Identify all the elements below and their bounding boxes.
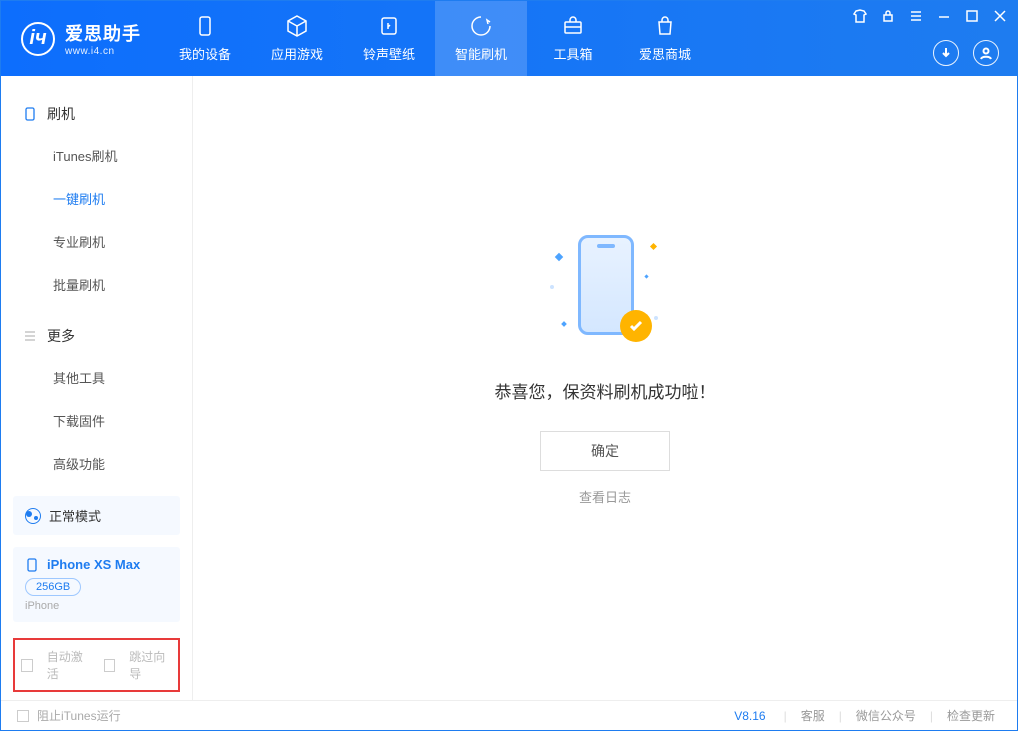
nav-ringtones[interactable]: 铃声壁纸 <box>343 1 435 76</box>
nav-label: 工具箱 <box>553 44 592 63</box>
app-name: 爱思助手 <box>65 20 141 46</box>
logo-area: iч 爱思助手 www.i4.cn <box>1 20 159 57</box>
user-icon[interactable] <box>973 40 999 66</box>
nav-label: 应用游戏 <box>271 44 323 63</box>
device-name: iPhone XS Max <box>47 557 140 572</box>
auto-activate-checkbox[interactable] <box>21 659 33 672</box>
main-content: 恭喜您，保资料刷机成功啦！ 确定 查看日志 <box>193 76 1017 700</box>
nav-label: 铃声壁纸 <box>363 44 415 63</box>
success-check-icon <box>620 310 652 342</box>
mode-label: 正常模式 <box>49 506 101 525</box>
device-small-icon <box>25 558 39 572</box>
minimize-button[interactable] <box>935 7 953 25</box>
highlighted-checkbox-row: 自动激活 跳过向导 <box>13 638 180 692</box>
phone-icon <box>23 107 37 121</box>
sidebar-item-other-tools[interactable]: 其他工具 <box>1 356 192 399</box>
nav-label: 我的设备 <box>179 44 231 63</box>
footer-link-wechat[interactable]: 微信公众号 <box>850 707 922 724</box>
music-icon <box>377 14 401 38</box>
device-storage-badge: 256GB <box>25 578 81 596</box>
auto-activate-label: 自动激活 <box>47 648 90 682</box>
mode-icon <box>25 508 41 524</box>
sidebar-item-pro-flash[interactable]: 专业刷机 <box>1 220 192 263</box>
group-title: 更多 <box>47 326 75 346</box>
app-url: www.i4.cn <box>65 46 141 57</box>
sidebar-group-more: 更多 <box>1 316 192 356</box>
footer: 阻止iTunes运行 V8.16 | 客服 | 微信公众号 | 检查更新 <box>1 700 1017 730</box>
logo-text: 爱思助手 www.i4.cn <box>65 20 141 57</box>
group-title: 刷机 <box>47 104 75 124</box>
footer-link-update[interactable]: 检查更新 <box>941 707 1001 724</box>
sidebar-item-batch-flash[interactable]: 批量刷机 <box>1 263 192 306</box>
sidebar: 刷机 iTunes刷机 一键刷机 专业刷机 批量刷机 更多 其他工具 下载固件 … <box>1 76 193 700</box>
sidebar-item-advanced[interactable]: 高级功能 <box>1 442 192 485</box>
device-type: iPhone <box>25 600 59 612</box>
nav-apps-games[interactable]: 应用游戏 <box>251 1 343 76</box>
app-body: 刷机 iTunes刷机 一键刷机 专业刷机 批量刷机 更多 其他工具 下载固件 … <box>1 76 1017 700</box>
cube-icon <box>285 14 309 38</box>
nav-store[interactable]: 爱思商城 <box>619 1 711 76</box>
refresh-icon <box>469 14 493 38</box>
device-card[interactable]: iPhone XS Max 256GB iPhone <box>13 547 180 622</box>
close-button[interactable] <box>991 7 1009 25</box>
sidebar-item-itunes-flash[interactable]: iTunes刷机 <box>1 134 192 177</box>
device-icon <box>193 14 217 38</box>
nav-toolbox[interactable]: 工具箱 <box>527 1 619 76</box>
toolbox-icon <box>561 14 585 38</box>
nav-label: 智能刷机 <box>455 44 507 63</box>
nav-smart-flash[interactable]: 智能刷机 <box>435 1 527 76</box>
block-itunes-checkbox[interactable] <box>17 710 29 722</box>
mode-card[interactable]: 正常模式 <box>13 496 180 535</box>
maximize-button[interactable] <box>963 7 981 25</box>
block-itunes-label: 阻止iTunes运行 <box>37 707 121 724</box>
footer-link-support[interactable]: 客服 <box>795 707 831 724</box>
header-actions <box>933 40 999 66</box>
app-header: iч 爱思助手 www.i4.cn 我的设备 应用游戏 铃声壁纸 智能刷机 工具… <box>1 1 1017 76</box>
bag-icon <box>653 14 677 38</box>
device-name-row: iPhone XS Max <box>25 557 140 572</box>
main-nav: 我的设备 应用游戏 铃声壁纸 智能刷机 工具箱 爱思商城 <box>159 1 711 76</box>
window-controls <box>851 7 1009 25</box>
view-log-link[interactable]: 查看日志 <box>579 487 631 506</box>
version-label: V8.16 <box>734 709 765 723</box>
ok-button[interactable]: 确定 <box>540 431 670 471</box>
sidebar-group-flash: 刷机 <box>1 94 192 134</box>
list-icon <box>23 329 37 343</box>
sidebar-item-oneclick-flash[interactable]: 一键刷机 <box>1 177 192 220</box>
sidebar-item-download-firmware[interactable]: 下载固件 <box>1 399 192 442</box>
lock-icon[interactable] <box>879 7 897 25</box>
skip-guide-checkbox[interactable] <box>104 659 116 672</box>
nav-label: 爱思商城 <box>639 44 691 63</box>
app-logo-icon: iч <box>21 22 55 56</box>
success-message: 恭喜您，保资料刷机成功啦！ <box>495 378 716 403</box>
nav-my-device[interactable]: 我的设备 <box>159 1 251 76</box>
shirt-icon[interactable] <box>851 7 869 25</box>
success-illustration <box>560 230 650 350</box>
skip-guide-label: 跳过向导 <box>129 648 172 682</box>
menu-icon[interactable] <box>907 7 925 25</box>
download-icon[interactable] <box>933 40 959 66</box>
